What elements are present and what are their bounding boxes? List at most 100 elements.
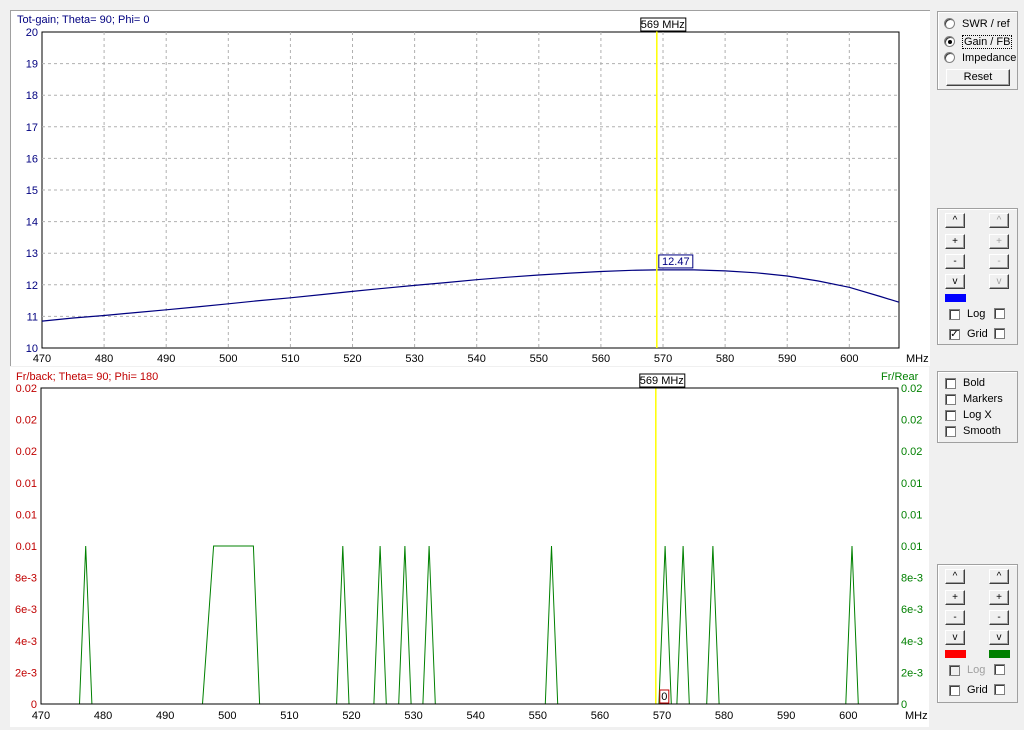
smooth-checkbox[interactable] (945, 425, 956, 437)
fb-y-tick-label: 0.01 (16, 509, 37, 521)
fb-y-tick-label: 4e-3 (15, 636, 37, 648)
reset-button[interactable]: Reset (946, 69, 1010, 86)
fb-x-tick-label: 480 (94, 710, 112, 722)
gain-plot-area[interactable]: 569 MHz 12.47 Tot-gain; Theta= 90; Phi= 0… (10, 10, 930, 366)
fb-color-swatch[interactable] (945, 650, 966, 658)
fr-color-swatch[interactable] (989, 650, 1010, 658)
fr-rear-line (41, 545, 898, 705)
fr-y-tick-label: 6e-3 (901, 604, 923, 616)
gain-x-tick-label: 500 (219, 353, 237, 365)
gain-scale-panel: ^ ^ + + - - v v Log ✓ Grid (937, 208, 1018, 345)
fb-x-tick-label: 520 (342, 710, 360, 722)
fb-x-tick-label: 540 (467, 710, 485, 722)
gain-x-tick-label: 520 (343, 353, 361, 365)
gain-y-tick-label: 17 (26, 122, 38, 134)
markers-option[interactable]: Markers (945, 392, 1003, 406)
gain-x-tick-label: 560 (592, 353, 610, 365)
fr-right-scroll-down-button[interactable]: v (989, 630, 1009, 645)
fb-y-tick-label: 6e-3 (15, 604, 37, 616)
fb-zoom-out-button[interactable]: - (945, 610, 965, 625)
fb-log-label: Log (967, 664, 986, 676)
logx-checkbox[interactable] (945, 409, 956, 421)
fb-x-tick-label: 570 (653, 710, 671, 722)
frontback-plot-area[interactable]: 569 MHz 0 Fr/back; Theta= 90; Phi= 180 Fr… (10, 367, 929, 727)
marker-value-label: 0 (661, 691, 667, 703)
mode-gain-fb-radio[interactable] (944, 36, 955, 47)
gain-scroll-down-button[interactable]: v (945, 274, 965, 289)
gain-chart: 569 MHz 12.47 Tot-gain; Theta= 90; Phi= 0… (17, 14, 929, 365)
smooth-label: Smooth (963, 425, 1001, 437)
fb-scroll-up-button[interactable]: ^ (945, 569, 965, 584)
gain-x-tick-label: 590 (778, 353, 796, 365)
mode-swr-label: SWR / ref (962, 17, 1010, 30)
fb-log-checkbox[interactable] (949, 664, 960, 676)
fb-x-tick-label: 590 (777, 710, 795, 722)
fb-grid-checkbox[interactable] (949, 684, 960, 696)
mode-impedance[interactable]: Impedance (944, 50, 1016, 65)
gain-log-label: Log (967, 308, 986, 320)
fb-log-option[interactable]: Log (949, 663, 985, 677)
fb-grid-label: Grid (967, 684, 988, 696)
gain-grid-option[interactable]: ✓ Grid (949, 327, 988, 341)
gain-log-checkbox[interactable] (949, 308, 960, 320)
fr-y-tick-label: 0.01 (901, 478, 922, 490)
fr-y-tick-label: 8e-3 (901, 573, 923, 585)
frequency-marker-bottom[interactable]: 569 MHz 0 (639, 373, 686, 704)
gain-scroll-up-button[interactable]: ^ (945, 213, 965, 228)
gain-zoom-out-button[interactable]: - (945, 254, 965, 269)
fb-y-tick-label: 8e-3 (15, 573, 37, 585)
fb-y-tick-label: 0.02 (16, 415, 37, 427)
fb-x-tick-label: 550 (529, 710, 547, 722)
mode-swr[interactable]: SWR / ref (944, 16, 1010, 31)
logx-option[interactable]: Log X (945, 408, 992, 422)
gain-x-ticks: 470 480 490 500 510 520 530 540 550 560 570 580 590 6… (33, 353, 859, 365)
mode-gain-fb[interactable]: Gain / FB (944, 34, 1013, 49)
gain-y-tick-label: 15 (26, 185, 38, 197)
markers-checkbox[interactable] (945, 393, 956, 405)
fr-right-zoom-out-button[interactable]: - (989, 610, 1009, 625)
gain-log-option[interactable]: Log (949, 307, 985, 321)
gain-chart-title: Tot-gain; Theta= 90; Phi= 0 (17, 14, 150, 26)
fr-y-tick-label: 0.01 (901, 509, 922, 521)
fb-y-tick-label: 0.01 (16, 478, 37, 490)
fb-y-tick-label: 0.02 (16, 446, 37, 458)
gain-right-grid-checkbox[interactable] (994, 328, 1005, 339)
gain-right-log-checkbox[interactable] (994, 308, 1005, 319)
gain-x-tick-label: 510 (281, 353, 299, 365)
fr-right-scroll-up-button[interactable]: ^ (989, 569, 1009, 584)
gain-x-tick-label: 550 (530, 353, 548, 365)
mode-impedance-radio[interactable] (944, 52, 955, 63)
gain-x-tick-label: 480 (95, 353, 113, 365)
fb-y-tick-label: 0.02 (16, 383, 37, 395)
smooth-option[interactable]: Smooth (945, 424, 1001, 438)
gain-right-scroll-down-button[interactable]: v (989, 274, 1009, 289)
bold-checkbox[interactable] (945, 377, 956, 389)
gain-right-scroll-up-button[interactable]: ^ (989, 213, 1009, 228)
bold-option[interactable]: Bold (945, 376, 985, 390)
fr-right-log-checkbox[interactable] (994, 664, 1005, 675)
gain-color-swatch[interactable] (945, 294, 966, 302)
fb-y-tick-label: 0.01 (16, 541, 37, 553)
frontback-right-y-ticks: 0.02 0.02 0.02 0.01 0.01 0.01 8e-3 6e-3 4e-3 2e-3… (901, 383, 923, 711)
gain-right-zoom-out-button[interactable]: - (989, 254, 1009, 269)
mode-swr-radio[interactable] (944, 18, 955, 29)
gain-y-tick-label: 13 (26, 248, 38, 260)
fb-scroll-down-button[interactable]: v (945, 630, 965, 645)
gain-right-zoom-in-button[interactable]: + (989, 234, 1009, 249)
gain-x-tick-label: 600 (840, 353, 858, 365)
fb-grid-option[interactable]: Grid (949, 683, 988, 697)
mode-gain-fb-label: Gain / FB (962, 34, 1013, 49)
fr-right-zoom-in-button[interactable]: + (989, 590, 1009, 605)
gain-grid (41, 31, 900, 349)
marker-label: 569 MHz (640, 375, 684, 387)
gain-grid-checkbox[interactable]: ✓ (949, 328, 960, 340)
marker-label: 569 MHz (641, 19, 685, 31)
frontback-left-y-ticks: 0.02 0.02 0.02 0.01 0.01 0.01 8e-3 6e-3 4e-3 2e-3… (15, 383, 37, 711)
logx-label: Log X (963, 409, 992, 421)
frequency-marker[interactable]: 569 MHz 12.47 (640, 17, 694, 348)
fr-right-grid-checkbox[interactable] (994, 684, 1005, 695)
frontback-series (41, 545, 898, 705)
marker-value-label: 12.47 (662, 256, 690, 268)
fb-zoom-in-button[interactable]: + (945, 590, 965, 605)
gain-zoom-in-button[interactable]: + (945, 234, 965, 249)
